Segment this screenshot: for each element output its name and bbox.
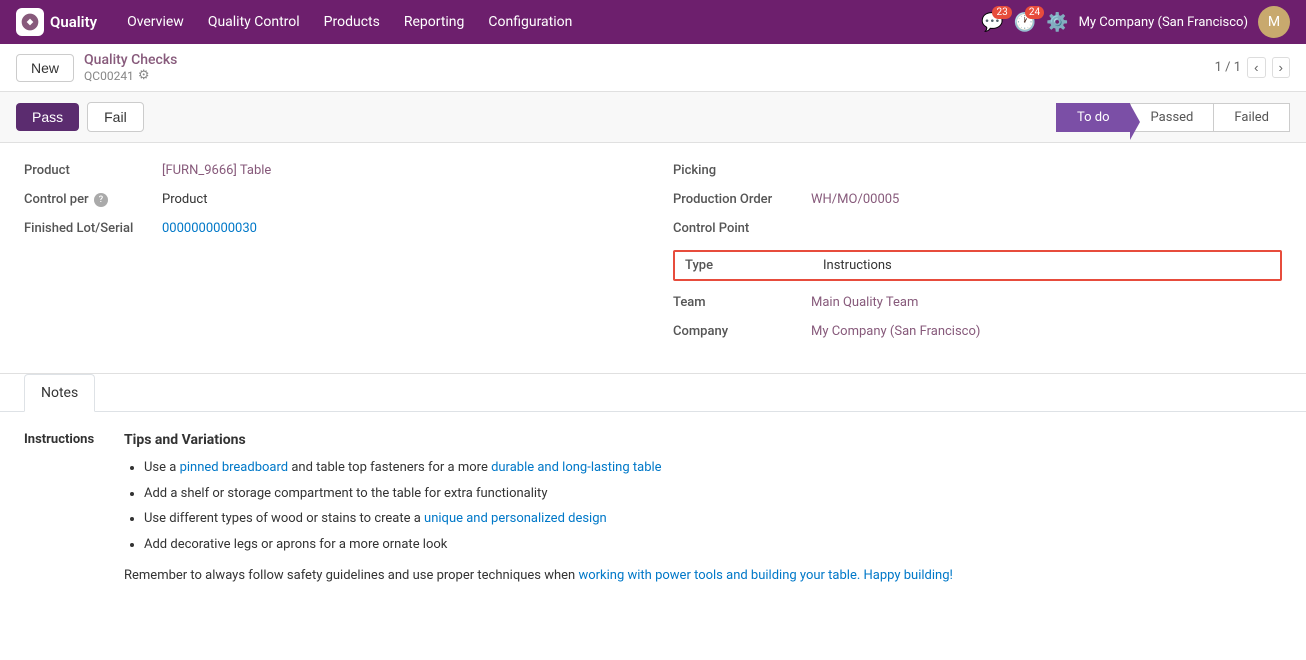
pagination-count: 1 / 1	[1215, 60, 1241, 75]
company-value[interactable]: My Company (San Francisco)	[811, 324, 980, 339]
link-working: working with power tools and building yo…	[578, 568, 952, 583]
main-nav: Overview Quality Control Products Report…	[117, 10, 961, 34]
breadcrumb-sub: QC00241 ⚙	[84, 68, 177, 83]
status-passed[interactable]: Passed	[1130, 103, 1215, 132]
form-right: Picking Production Order WH/MO/00005 Con…	[653, 163, 1282, 353]
nav-right-section: 💬 23 🕐 24 ⚙️ My Company (San Francisco) …	[981, 6, 1290, 38]
link-pinned: pinned breadboard	[180, 460, 289, 475]
type-value: Instructions	[823, 258, 892, 273]
nav-configuration[interactable]: Configuration	[478, 10, 582, 34]
product-row: Product [FURN_9666] Table	[24, 163, 613, 178]
fail-button[interactable]: Fail	[87, 102, 144, 132]
lot-serial-row: Finished Lot/Serial 0000000000030	[24, 221, 613, 236]
production-order-value[interactable]: WH/MO/00005	[811, 192, 899, 207]
instructions-label: Instructions	[24, 432, 104, 587]
action-bar: Pass Fail To do Passed Failed	[0, 92, 1306, 143]
notes-content: Instructions Tips and Variations Use a p…	[0, 412, 1306, 607]
record-id: QC00241	[84, 69, 134, 83]
notes-heading: Tips and Variations	[124, 432, 1282, 448]
list-item: Use different types of wood or stains to…	[144, 509, 1282, 529]
pagination: 1 / 1 ‹ ›	[1215, 57, 1290, 78]
pagination-prev[interactable]: ‹	[1247, 57, 1265, 78]
notes-body: Tips and Variations Use a pinned breadbo…	[124, 432, 1282, 587]
nav-products[interactable]: Products	[314, 10, 390, 34]
list-item: Add decorative legs or aprons for a more…	[144, 535, 1282, 555]
company-name: My Company (San Francisco)	[1079, 15, 1248, 30]
avatar[interactable]: M	[1258, 6, 1290, 38]
control-point-row: Control Point	[673, 221, 1282, 236]
notes-footer: Remember to always follow safety guideli…	[124, 566, 1282, 587]
main-container: New Quality Checks QC00241 ⚙ 1 / 1 ‹ › P…	[0, 44, 1306, 660]
pass-button[interactable]: Pass	[16, 103, 79, 131]
link-unique: unique and personalized design	[424, 511, 607, 526]
messages-badge: 23	[992, 6, 1011, 19]
production-order-row: Production Order WH/MO/00005	[673, 192, 1282, 207]
control-per-row: Control per ? Product	[24, 192, 613, 207]
record-gear-icon[interactable]: ⚙	[138, 68, 150, 83]
nav-quality-control[interactable]: Quality Control	[198, 10, 310, 34]
company-row: Company My Company (San Francisco)	[673, 324, 1282, 339]
tab-notes[interactable]: Notes	[24, 374, 95, 412]
company-label: Company	[673, 324, 803, 339]
top-navigation: Quality Overview Quality Control Product…	[0, 0, 1306, 44]
control-per-help-icon[interactable]: ?	[94, 193, 108, 207]
activities-badge: 24	[1025, 6, 1044, 19]
notes-list: Use a pinned breadboard and table top fa…	[124, 458, 1282, 554]
sub-header: New Quality Checks QC00241 ⚙ 1 / 1 ‹ ›	[0, 44, 1306, 92]
control-point-label: Control Point	[673, 221, 803, 236]
app-name: Quality	[50, 13, 97, 31]
picking-label: Picking	[673, 163, 803, 178]
control-per-label: Control per ?	[24, 192, 154, 207]
status-todo[interactable]: To do	[1056, 103, 1131, 132]
form-left: Product [FURN_9666] Table Control per ? …	[24, 163, 653, 353]
notes-inner: Instructions Tips and Variations Use a p…	[24, 432, 1282, 587]
picking-row: Picking	[673, 163, 1282, 178]
settings-icon[interactable]: ⚙️	[1046, 12, 1068, 33]
pagination-next[interactable]: ›	[1272, 57, 1290, 78]
status-bar: To do Passed Failed	[1056, 103, 1290, 132]
list-item: Use a pinned breadboard and table top fa…	[144, 458, 1282, 478]
lot-serial-value[interactable]: 0000000000030	[162, 221, 257, 236]
breadcrumb: Quality Checks QC00241 ⚙	[84, 52, 177, 83]
link-durable: durable and long-lasting table	[491, 460, 662, 475]
form-area: Product [FURN_9666] Table Control per ? …	[0, 143, 1306, 373]
control-per-value: Product	[162, 192, 207, 207]
team-value[interactable]: Main Quality Team	[811, 295, 918, 310]
type-label: Type	[685, 258, 815, 273]
logo-icon	[16, 8, 44, 36]
type-row: Type Instructions	[673, 250, 1282, 281]
lot-serial-label: Finished Lot/Serial	[24, 221, 154, 236]
list-item: Add a shelf or storage compartment to th…	[144, 484, 1282, 504]
production-order-label: Production Order	[673, 192, 803, 207]
team-row: Team Main Quality Team	[673, 295, 1282, 310]
nav-reporting[interactable]: Reporting	[394, 10, 475, 34]
status-failed[interactable]: Failed	[1213, 103, 1290, 132]
product-label: Product	[24, 163, 154, 178]
activities-icon[interactable]: 🕐 24	[1014, 12, 1036, 33]
nav-overview[interactable]: Overview	[117, 10, 194, 34]
form-grid: Product [FURN_9666] Table Control per ? …	[24, 163, 1282, 353]
breadcrumb-title[interactable]: Quality Checks	[84, 52, 177, 68]
product-value[interactable]: [FURN_9666] Table	[162, 163, 271, 178]
messages-icon[interactable]: 💬 23	[981, 12, 1003, 33]
tabs-area: Notes	[0, 374, 1306, 412]
app-logo[interactable]: Quality	[16, 8, 97, 36]
new-button[interactable]: New	[16, 54, 74, 82]
team-label: Team	[673, 295, 803, 310]
